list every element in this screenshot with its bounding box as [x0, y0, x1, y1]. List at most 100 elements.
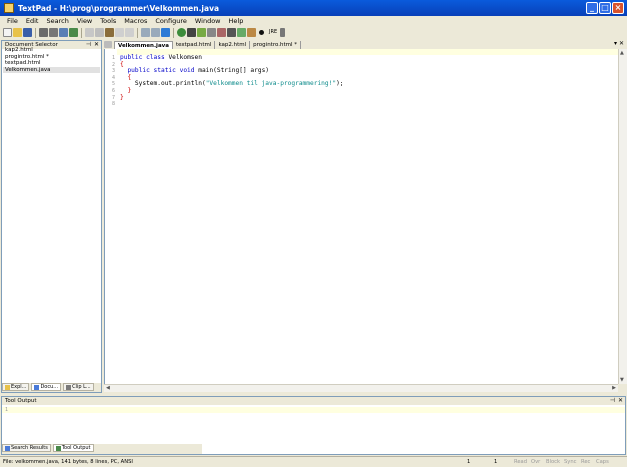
menu-configure[interactable]: Configure: [151, 17, 191, 25]
line-number: 3: [111, 68, 115, 75]
line-number: 5: [111, 81, 115, 88]
folder-icon: [5, 384, 10, 390]
run-icon[interactable]: [237, 28, 246, 37]
status-bar: File: velkommen.java, 141 bytes, 8 lines…: [0, 456, 627, 467]
menu-search[interactable]: Search: [42, 17, 72, 25]
find-icon[interactable]: [161, 28, 170, 37]
scroll-left-icon[interactable]: ◀: [106, 385, 110, 391]
tool-output-icon: [55, 445, 61, 451]
string-literal: "Velkommen til java-programmering!": [205, 80, 337, 88]
spell-check-icon[interactable]: [69, 28, 78, 37]
horizontal-scrollbar[interactable]: ◀ ▶: [104, 384, 618, 392]
tab-progintro-html[interactable]: progintro.html *: [250, 41, 302, 49]
menu-view[interactable]: View: [73, 17, 96, 25]
toolbar: JRE: [0, 26, 627, 39]
tab-kap2-html[interactable]: kap2.html: [215, 41, 251, 49]
close-button[interactable]: ×: [612, 2, 624, 14]
match-bracket-icon[interactable]: [207, 28, 216, 37]
new-file-icon[interactable]: [3, 28, 12, 37]
read-flag: Read: [514, 459, 528, 465]
code-line: public static void main(String[] args): [120, 67, 344, 75]
bookmark-icon[interactable]: [217, 28, 226, 37]
tab-label: Search Results: [11, 445, 48, 451]
tab-label: Expl...: [11, 384, 27, 390]
line-number: 1: [111, 55, 115, 61]
tab-scroll-icon[interactable]: [104, 41, 112, 48]
save-icon[interactable]: [23, 28, 32, 37]
scroll-down-icon[interactable]: ▼: [620, 377, 624, 383]
menu-macros[interactable]: Macros: [120, 17, 151, 25]
save-all-icon[interactable]: [39, 28, 48, 37]
abc-icon[interactable]: [197, 28, 206, 37]
tool-select[interactable]: JRE: [267, 28, 279, 37]
tab-tool-output[interactable]: Tool Output: [52, 444, 94, 452]
close-document-icon[interactable]: ✕: [619, 40, 624, 47]
line-indicator: 1: [467, 459, 471, 465]
toolbar-separator: [35, 27, 36, 38]
tab-explorer[interactable]: Expl...: [2, 383, 30, 391]
list-item[interactable]: Velkommen.java: [3, 66, 100, 73]
undo-icon[interactable]: [115, 28, 124, 37]
maximize-button[interactable]: □: [599, 2, 611, 14]
menu-edit[interactable]: Edit: [22, 17, 43, 25]
keyword: public class: [120, 54, 169, 61]
sync-flag: Sync: [564, 459, 577, 465]
tool-output-text[interactable]: 1: [2, 407, 625, 413]
line-number: 6: [111, 87, 115, 94]
line-number: 2: [111, 61, 115, 68]
code-line: }: [120, 86, 132, 94]
window-title: TextPad - H:\prog\programmer\Velkommen.j…: [18, 3, 220, 13]
indent-icon[interactable]: [141, 28, 150, 37]
code-editor[interactable]: 1 2 3 4 5 6 7 8 public class Velkomsen {…: [104, 49, 619, 384]
open-folder-icon[interactable]: [13, 28, 22, 37]
tool-output-title: Tool Output: [5, 398, 37, 404]
paragraph-icon[interactable]: [151, 28, 160, 37]
line-number: 8: [111, 101, 115, 108]
macro-icon[interactable]: [247, 28, 256, 37]
pin-icon[interactable]: ⊣: [610, 397, 615, 405]
tools-icon[interactable]: [227, 28, 236, 37]
tab-textpad-html[interactable]: textpad.html: [173, 41, 216, 49]
documents-icon: [34, 384, 40, 390]
tab-document-selector[interactable]: Docu...: [31, 383, 62, 391]
identifier: Velkomsen: [168, 54, 202, 61]
record-icon[interactable]: [259, 30, 264, 35]
line-number: 4: [111, 74, 115, 81]
column-indicator: 1: [494, 459, 498, 465]
vertical-scrollbar[interactable]: ▲ ▼: [618, 49, 627, 384]
cut-icon[interactable]: [85, 28, 94, 37]
keyword: public static void: [120, 67, 199, 75]
tab-menu-icon[interactable]: ▾: [614, 40, 617, 47]
code-text[interactable]: public class Velkomsen { public static v…: [120, 54, 344, 101]
scroll-up-icon[interactable]: ▲: [620, 50, 624, 56]
identifier: );: [336, 80, 344, 88]
tab-clip-library[interactable]: Clip L...: [63, 383, 94, 391]
close-panel-icon[interactable]: ✕: [618, 397, 623, 405]
toolbar-separator: [137, 27, 138, 38]
menu-help[interactable]: Help: [225, 17, 248, 25]
menu-tools[interactable]: Tools: [96, 17, 120, 25]
print-icon[interactable]: [49, 28, 58, 37]
copy-icon[interactable]: [95, 28, 104, 37]
line-number: 7: [111, 94, 115, 101]
menu-file[interactable]: File: [3, 17, 22, 25]
code-line: }: [120, 93, 124, 101]
print-preview-icon[interactable]: [59, 28, 68, 37]
title-bar[interactable]: TextPad - H:\prog\programmer\Velkommen.j…: [0, 0, 627, 16]
overwrite-flag: Ovr: [531, 459, 541, 465]
globe-icon[interactable]: [177, 28, 186, 37]
minimize-button[interactable]: _: [586, 2, 598, 14]
scroll-right-icon[interactable]: ▶: [612, 385, 616, 391]
identifier: main(String[] args): [198, 67, 270, 75]
tab-search-results[interactable]: Search Results: [2, 444, 51, 452]
textpad-app-icon[interactable]: [4, 3, 14, 13]
dropdown-arrow-icon[interactable]: [280, 28, 286, 37]
paste-icon[interactable]: [105, 28, 114, 37]
tab-label: Clip L...: [72, 384, 91, 390]
menu-window[interactable]: Window: [191, 17, 225, 25]
tab-velkommen-java[interactable]: Velkommen.java: [114, 41, 173, 49]
redo-icon[interactable]: [125, 28, 134, 37]
file-info: File: velkommen.java, 141 bytes, 8 lines…: [3, 459, 133, 465]
search-results-icon: [5, 445, 10, 451]
sort-icon[interactable]: [187, 28, 196, 37]
